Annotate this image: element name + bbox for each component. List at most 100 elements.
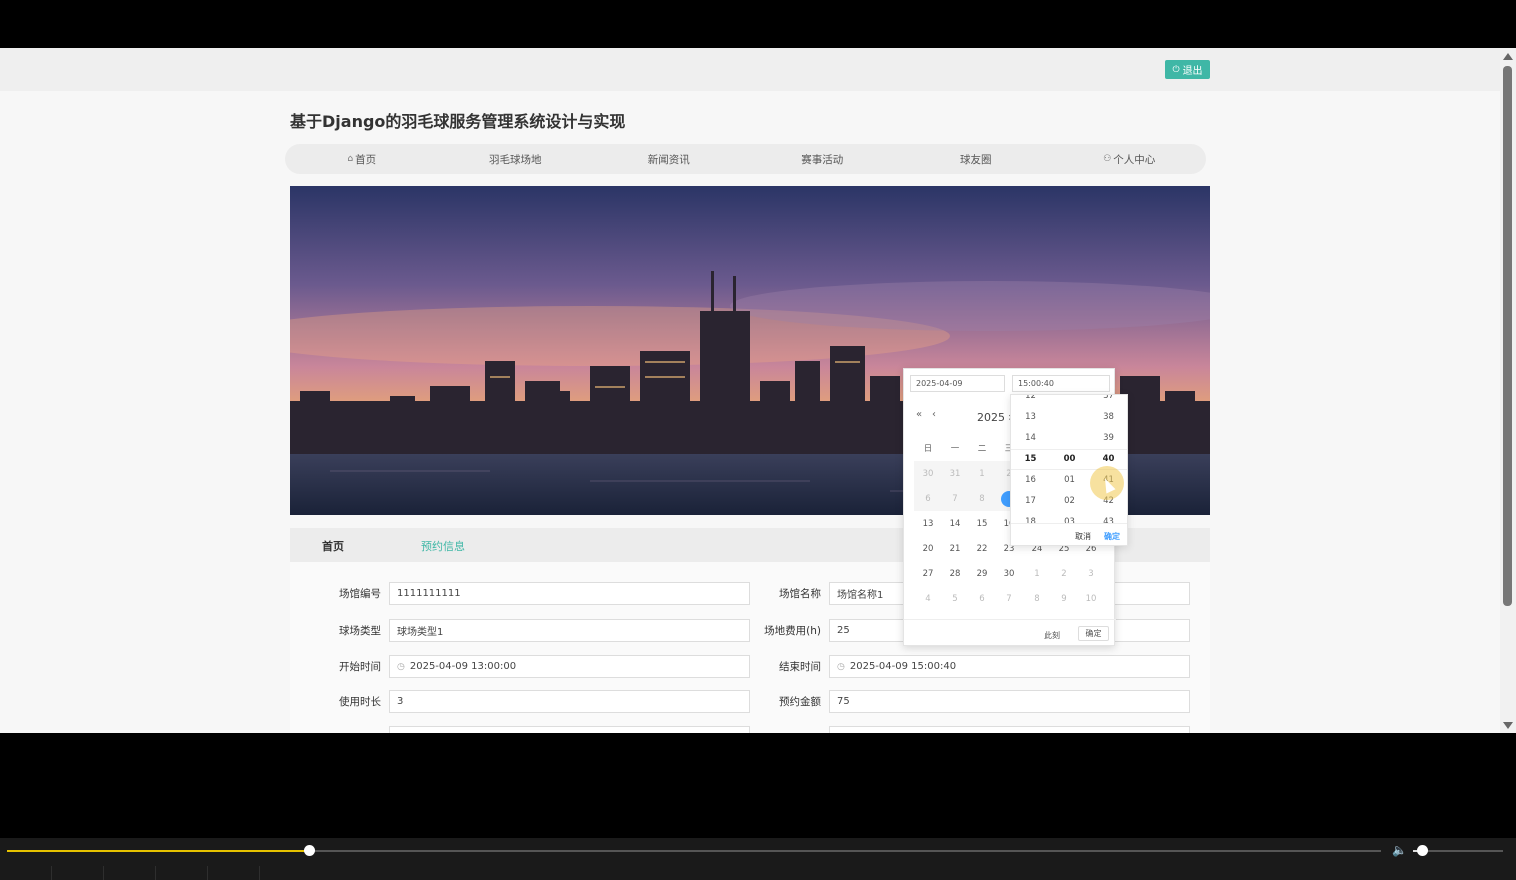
calendar-day[interactable]: 6 [972,590,992,608]
volume-slider[interactable] [1413,845,1503,856]
picker-time-input[interactable]: 15:00:40 [1012,375,1110,392]
calendar-day[interactable]: 6 [918,490,938,508]
calendar-day[interactable]: 7 [999,590,1019,608]
nav-item-events[interactable]: 赛事活动 [746,144,900,174]
calendar-day[interactable]: 28 [945,565,965,583]
nav-item-circle[interactable]: 球友圈 [899,144,1053,174]
prev-month-icon[interactable]: ‹ [932,409,936,420]
minutes-column[interactable]: 00 01 02 03 [1050,395,1089,523]
time-cancel-button[interactable]: 取消 [1075,531,1091,542]
calendar-day[interactable]: 5 [945,590,965,608]
home-icon: ⌂ [347,154,354,164]
scroll-down-icon[interactable] [1503,722,1513,729]
nav-item-home[interactable]: ⌂ 首页 [285,144,439,174]
time-option[interactable]: 39 [1089,428,1127,449]
volume-handle[interactable] [1417,845,1428,856]
player-button[interactable] [208,866,260,880]
calendar-day[interactable]: 2 [1054,565,1074,583]
duration-input[interactable]: 3 [389,690,750,713]
prev-year-icon[interactable]: « [916,409,922,420]
partial-input[interactable] [829,726,1190,733]
time-option[interactable]: 03 [1050,512,1089,523]
player-button[interactable] [104,866,156,880]
time-option[interactable]: 12 [1011,395,1050,407]
calendar-day[interactable]: 29 [972,565,992,583]
video-player-controls: 🔈 [0,838,1516,880]
field-label: 结束时间 [779,661,821,673]
seek-handle[interactable] [304,845,316,856]
court-type-input[interactable]: 球场类型1 [389,619,750,642]
amount-field: 预约金额 75 [779,690,1190,713]
player-button[interactable] [52,866,104,880]
time-option[interactable]: 38 [1089,407,1127,428]
end-time-input[interactable]: ◷ 2025-04-09 15:00:40 [829,655,1190,678]
calendar-day[interactable]: 8 [972,490,992,508]
tab-booking-info[interactable]: 预约信息 [421,538,465,554]
time-confirm-button[interactable]: 确定 [1104,531,1120,542]
calendar-day[interactable]: 21 [945,540,965,558]
calendar-day[interactable]: 27 [918,565,938,583]
scroll-up-icon[interactable] [1503,53,1513,60]
calendar-day[interactable]: 20 [918,540,938,558]
time-option[interactable]: 18 [1011,512,1050,523]
time-option[interactable] [1050,395,1089,407]
calendar-day[interactable]: 31 [945,465,965,483]
calendar-day[interactable]: 4 [918,590,938,608]
clock-icon: ◷ [397,661,405,672]
calendar-day[interactable]: 22 [972,540,992,558]
volume-icon[interactable]: 🔈 [1392,843,1407,857]
venue-no-input[interactable]: 1111111111 [389,582,750,605]
time-option[interactable] [1050,407,1089,428]
picker-ok-button[interactable]: 确定 [1078,626,1109,641]
field-value: 球场类型1 [397,627,444,638]
vertical-scrollbar[interactable] [1500,48,1516,733]
calendar-day[interactable]: 15 [972,515,992,533]
calendar-day[interactable]: 9 [1054,590,1074,608]
player-button[interactable] [0,866,52,880]
time-panel-footer: 取消 确定 [1011,523,1127,545]
nav-item-courts[interactable]: 羽毛球场地 [439,144,593,174]
amount-input[interactable]: 75 [829,690,1190,713]
time-option[interactable]: 13 [1011,407,1050,428]
time-option[interactable]: 43 [1089,512,1127,523]
time-option[interactable]: 00 [1050,449,1089,470]
seconds-column[interactable]: 37383940414243 [1089,395,1127,523]
player-button[interactable] [156,866,208,880]
calendar-day[interactable]: 1 [1027,565,1047,583]
calendar-day[interactable]: 30 [918,465,938,483]
nav-label: 首页 [355,153,377,166]
calendar-day[interactable]: 8 [1027,590,1047,608]
nav-label: 新闻资讯 [647,153,690,166]
time-option[interactable] [1050,428,1089,449]
start-time-input[interactable]: ◷ 2025-04-09 13:00:00 [389,655,750,678]
weekday-header: 一 [950,444,960,454]
venue-no-field: 场馆编号 1111111111 [339,582,750,605]
time-option[interactable]: 15 [1011,449,1050,470]
calendar-day[interactable]: 10 [1081,590,1101,608]
partial-input[interactable] [389,726,750,733]
calendar-day[interactable]: 30 [999,565,1019,583]
calendar-day[interactable]: 14 [945,515,965,533]
field-value: 2025-04-09 15:00:40 [849,661,957,672]
picker-date-input[interactable]: 2025-04-09 [910,375,1005,392]
start-time-field: 开始时间 ◷ 2025-04-09 13:00:00 [339,655,750,678]
now-button[interactable]: 此刻 [1044,630,1060,641]
calendar-day[interactable]: 3 [1081,565,1101,583]
duration-field: 使用时长 3 [339,690,750,713]
hours-column[interactable]: 12 13 14 15 16 17 18 [1011,395,1050,523]
time-option[interactable]: 02 [1050,491,1089,512]
time-option[interactable]: 14 [1011,428,1050,449]
nav-item-news[interactable]: 新闻资讯 [592,144,746,174]
time-option[interactable]: 37 [1089,395,1127,407]
time-option[interactable]: 01 [1050,470,1089,491]
nav-item-profile[interactable]: ⚇ 个人中心 [1053,144,1207,174]
calendar-day[interactable]: 13 [918,515,938,533]
calendar-day[interactable]: 1 [972,465,992,483]
time-option[interactable]: 17 [1011,491,1050,512]
calendar-day[interactable]: 7 [945,490,965,508]
time-option[interactable]: 16 [1011,470,1050,491]
logout-button[interactable]: ⏻ 退出 [1165,60,1210,79]
seek-bar[interactable] [7,845,1381,856]
scroll-thumb[interactable] [1503,66,1512,606]
tab-home[interactable]: 首页 [322,538,344,554]
